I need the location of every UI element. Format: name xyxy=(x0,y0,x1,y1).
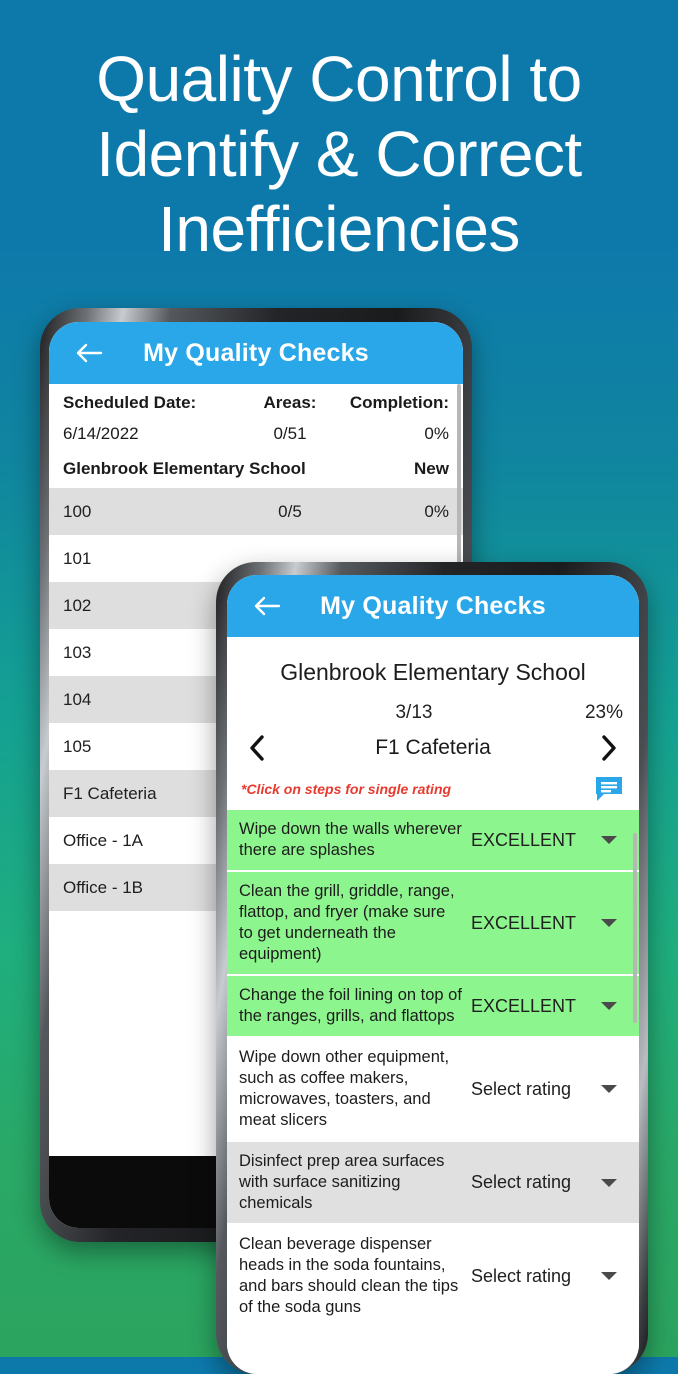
area-name: 103 xyxy=(63,642,92,662)
area-name: 104 xyxy=(63,689,92,709)
task-description: Wipe down the walls wherever there are s… xyxy=(239,820,462,859)
rating-value[interactable]: EXCELLENT xyxy=(471,913,595,934)
chevron-down-icon[interactable] xyxy=(595,1178,623,1187)
summary-value-row: 6/14/2022 0/51 0% xyxy=(49,418,463,450)
table-row[interactable]: Clean the grill, griddle, range, flattop… xyxy=(227,872,639,976)
chevron-right-icon[interactable] xyxy=(591,730,627,766)
task-description: Wipe down other equipment, such as coffe… xyxy=(239,1048,450,1129)
area-navigator: F1 Cafeteria xyxy=(227,724,639,766)
task-description: Change the foil lining on top of the ran… xyxy=(239,986,462,1025)
rating-value[interactable]: Select rating xyxy=(471,1266,595,1287)
summary-value-completion: 0% xyxy=(424,424,449,443)
table-row[interactable]: Clean beverage dispenser heads in the so… xyxy=(227,1225,639,1329)
chevron-left-icon[interactable] xyxy=(239,730,275,766)
table-row[interactable]: Wipe down the walls wherever there are s… xyxy=(227,810,639,872)
school-name: Glenbrook Elementary School xyxy=(280,659,586,685)
area-name: 102 xyxy=(63,595,92,615)
summary-school-row: Glenbrook Elementary School New xyxy=(49,450,463,488)
phone2-screen-frame: My Quality Checks Glenbrook Elementary S… xyxy=(227,575,639,1374)
status-badge: New xyxy=(414,459,449,478)
summary-header-row: Scheduled Date: Areas: Completion: xyxy=(49,384,463,418)
table-row[interactable]: Wipe down other equipment, such as coffe… xyxy=(227,1038,639,1142)
area-count: 0/5 xyxy=(278,501,302,521)
phone-device-front: My Quality Checks Glenbrook Elementary S… xyxy=(216,562,648,1374)
rating-value[interactable]: EXCELLENT xyxy=(471,996,595,1017)
phone2-scrollbar[interactable] xyxy=(633,833,637,1023)
area-name: 105 xyxy=(63,736,92,756)
table-row[interactable]: Change the foil lining on top of the ran… xyxy=(227,976,639,1038)
chevron-down-icon[interactable] xyxy=(595,919,623,927)
back-arrow-icon[interactable] xyxy=(67,331,111,375)
summary-value-date: 6/14/2022 xyxy=(63,424,139,443)
summary-header-areas: Areas: xyxy=(263,393,317,412)
page-title: Quality Control to Identify & Correct In… xyxy=(96,43,582,265)
chevron-down-icon[interactable] xyxy=(595,836,623,844)
phone1-appbar: My Quality Checks xyxy=(49,322,463,384)
area-name: Office - 1B xyxy=(63,877,143,897)
chevron-down-icon[interactable] xyxy=(595,1085,623,1093)
progress-percent: 23% xyxy=(584,702,623,723)
task-description: Clean the grill, griddle, range, flattop… xyxy=(239,882,455,963)
hint-text: *Click on steps for single rating xyxy=(241,781,452,797)
area-name: F1 Cafeteria xyxy=(63,783,157,803)
area-completion: 0% xyxy=(424,501,449,521)
chevron-down-icon[interactable] xyxy=(595,1002,623,1010)
task-description: Clean beverage dispenser heads in the so… xyxy=(239,1235,459,1316)
task-description: Disinfect prep area surfaces with surfac… xyxy=(239,1152,445,1212)
table-row[interactable]: Disinfect prep area surfaces with surfac… xyxy=(227,1142,639,1225)
rating-value[interactable]: Select rating xyxy=(471,1079,595,1100)
summary-school-name: Glenbrook Elementary School xyxy=(63,459,306,478)
area-name: 100 xyxy=(63,501,92,521)
comment-icon[interactable] xyxy=(595,776,625,802)
summary-header-completion: Completion: xyxy=(349,393,449,412)
current-area-name: F1 Cafeteria xyxy=(375,736,491,759)
summary-value-areas: 0/51 xyxy=(273,424,307,443)
hint-row: *Click on steps for single rating xyxy=(227,766,639,810)
list-item[interactable]: 100 0/5 0% xyxy=(49,488,463,535)
back-arrow-icon[interactable] xyxy=(245,584,289,628)
progress-count: 3/13 xyxy=(395,702,433,723)
phone1-appbar-title: My Quality Checks xyxy=(143,338,369,367)
area-name: Office - 1A xyxy=(63,830,143,850)
rating-value[interactable]: EXCELLENT xyxy=(471,830,595,851)
summary-header-date: Scheduled Date: xyxy=(63,393,197,412)
progress-row: 3/13 23% xyxy=(227,686,639,724)
rating-value[interactable]: Select rating xyxy=(471,1172,595,1193)
area-name: 101 xyxy=(63,548,92,568)
phone2-appbar: My Quality Checks xyxy=(227,575,639,637)
chevron-down-icon[interactable] xyxy=(595,1272,623,1280)
phone2-screen: My Quality Checks Glenbrook Elementary S… xyxy=(227,575,639,1374)
